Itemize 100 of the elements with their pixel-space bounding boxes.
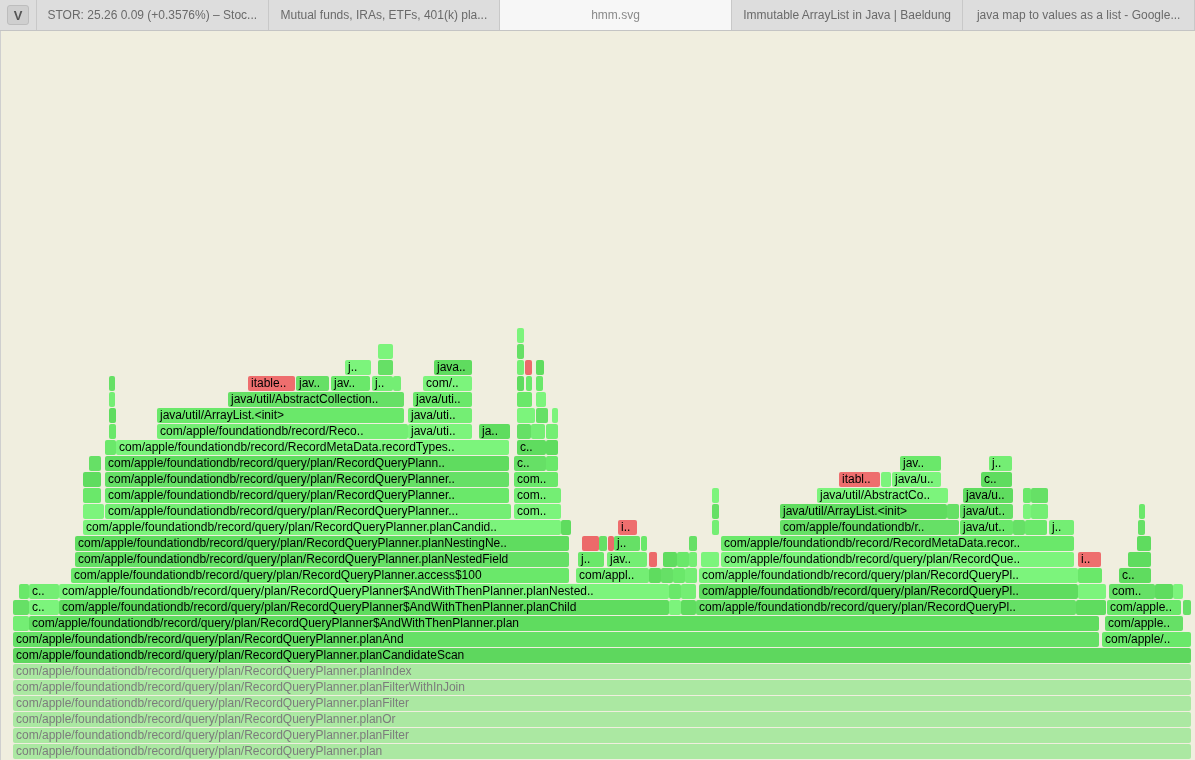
stack-frame[interactable]: com.. xyxy=(514,504,561,519)
stack-frame[interactable]: com/apple.. xyxy=(1107,600,1181,615)
stack-frame[interactable]: java/util/AbstractCo.. xyxy=(817,488,948,503)
stack-frame[interactable]: j.. xyxy=(345,360,371,375)
stack-frame[interactable]: c.. xyxy=(29,584,59,599)
stack-frame[interactable]: com/apple/foundationdb/record/query/plan/RecordQue.. xyxy=(721,552,1074,567)
stack-frame[interactable] xyxy=(1031,488,1048,503)
stack-frame[interactable]: j.. xyxy=(372,376,393,391)
stack-frame[interactable] xyxy=(105,440,116,455)
stack-frame[interactable]: jav.. xyxy=(607,552,647,567)
stack-frame[interactable] xyxy=(681,584,696,599)
stack-frame[interactable]: com.. xyxy=(514,488,561,503)
stack-frame[interactable]: c.. xyxy=(514,456,546,471)
stack-frame[interactable] xyxy=(1139,504,1145,519)
stack-frame[interactable]: i.. xyxy=(1078,552,1101,567)
stack-frame[interactable] xyxy=(663,552,677,567)
stack-frame[interactable] xyxy=(712,488,719,503)
stack-frame[interactable] xyxy=(1076,600,1106,615)
stack-frame[interactable]: jav.. xyxy=(900,456,941,471)
stack-frame[interactable] xyxy=(701,552,719,567)
stack-frame[interactable] xyxy=(536,360,544,375)
browser-tab[interactable]: STOR: 25.26 0.09 (+0.3576%) – Stoc... xyxy=(37,0,269,30)
stack-frame[interactable]: com/.. xyxy=(423,376,472,391)
stack-frame[interactable] xyxy=(641,536,647,551)
stack-frame[interactable] xyxy=(1023,488,1031,503)
stack-frame[interactable]: java/util/ArrayList.<init> xyxy=(780,504,947,519)
stack-frame[interactable]: com/apple/foundationdb/r.. xyxy=(780,520,959,535)
stack-frame[interactable]: c.. xyxy=(29,600,59,615)
stack-frame[interactable]: java/u.. xyxy=(963,488,1013,503)
stack-frame[interactable] xyxy=(531,424,545,439)
stack-frame[interactable]: com/apple/foundationdb/record/query/plan/RecordQueryPlanner.planCandid.. xyxy=(83,520,561,535)
stack-frame[interactable]: com/apple/foundationdb/record/query/plan/RecordQueryPlanner$AndWithThenPlanner.planChild xyxy=(59,600,669,615)
stack-frame[interactable]: com/apple/foundationdb/record/RecordMetaData.recor.. xyxy=(721,536,1074,551)
stack-frame[interactable] xyxy=(517,360,524,375)
stack-frame[interactable] xyxy=(526,376,532,391)
stack-frame[interactable] xyxy=(1155,584,1173,599)
stack-frame[interactable]: com/apple/foundationdb/record/query/plan/RecordQueryPlanner.planNestingNe.. xyxy=(75,536,569,551)
stack-frame[interactable]: com/apple.. xyxy=(1105,616,1183,631)
stack-frame[interactable]: com/apple/foundationdb/record/query/plan/RecordQueryPlanner$AndWithThenPlanner.plan xyxy=(29,616,1099,631)
stack-frame[interactable]: com/apple/.. xyxy=(1102,632,1191,647)
stack-frame[interactable] xyxy=(1023,504,1031,519)
stack-frame[interactable]: c.. xyxy=(517,440,546,455)
stack-frame[interactable]: java/util/AbstractCollection.. xyxy=(228,392,404,407)
browser-tab[interactable]: java map to values as a list - Google... xyxy=(963,0,1195,30)
stack-frame[interactable] xyxy=(517,408,535,423)
stack-frame[interactable] xyxy=(13,600,29,615)
stack-frame[interactable] xyxy=(89,456,101,471)
stack-frame[interactable] xyxy=(712,520,719,535)
stack-frame[interactable]: java/uti.. xyxy=(413,392,472,407)
stack-frame[interactable]: com/apple/foundationdb/record/query/plan/RecordQueryPl.. xyxy=(699,584,1078,599)
stack-frame[interactable] xyxy=(669,584,681,599)
stack-frame[interactable] xyxy=(1013,520,1025,535)
stack-frame[interactable]: java/ut.. xyxy=(960,520,1013,535)
stack-frame[interactable] xyxy=(83,472,101,487)
stack-frame[interactable] xyxy=(947,504,959,519)
stack-frame[interactable] xyxy=(517,392,532,407)
stack-frame[interactable] xyxy=(608,536,614,551)
stack-frame[interactable] xyxy=(393,376,401,391)
stack-frame[interactable] xyxy=(561,520,571,535)
stack-frame[interactable]: java/ut.. xyxy=(960,504,1013,519)
stack-frame[interactable] xyxy=(677,552,689,567)
stack-frame[interactable] xyxy=(1128,552,1151,567)
stack-frame[interactable]: com/apple/foundationdb/record/query/plan/RecordQueryPlanner$AndWithThenPlanner.planNested.. xyxy=(59,584,669,599)
stack-frame[interactable]: c.. xyxy=(981,472,1012,487)
stack-frame[interactable] xyxy=(582,536,599,551)
stack-frame[interactable]: j.. xyxy=(578,552,604,567)
stack-frame[interactable]: j.. xyxy=(989,456,1012,471)
stack-frame[interactable] xyxy=(546,424,558,439)
stack-frame[interactable]: jav.. xyxy=(296,376,329,391)
stack-frame[interactable]: com/apple/foundationdb/record/query/plan/RecordQueryPl.. xyxy=(696,600,1076,615)
stack-frame[interactable]: java.. xyxy=(434,360,472,375)
stack-frame[interactable]: j.. xyxy=(1049,520,1074,535)
stack-frame[interactable]: java/util/ArrayList.<init> xyxy=(157,408,404,423)
browser-tab[interactable]: Immutable ArrayList in Java | Baeldung xyxy=(731,0,964,30)
stack-frame[interactable]: com/apple/foundationdb/record/query/plan/RecordQueryPl.. xyxy=(699,568,1078,583)
stack-frame[interactable] xyxy=(599,536,607,551)
stack-frame[interactable] xyxy=(1138,520,1145,535)
stack-frame[interactable] xyxy=(1025,520,1047,535)
stack-frame[interactable] xyxy=(1183,600,1191,615)
stack-frame[interactable] xyxy=(649,568,661,583)
stack-frame[interactable] xyxy=(685,568,697,583)
stack-frame[interactable] xyxy=(1031,504,1048,519)
stack-frame[interactable]: java/uti.. xyxy=(408,424,472,439)
stack-frame[interactable] xyxy=(517,344,524,359)
stack-frame[interactable]: com.. xyxy=(514,472,558,487)
stack-frame[interactable] xyxy=(689,536,697,551)
stack-frame[interactable]: com/apple/foundationdb/record/query/plan/RecordQueryPlanner.. xyxy=(105,472,509,487)
stack-frame[interactable] xyxy=(552,408,558,423)
stack-frame[interactable]: com/apple/foundationdb/record/query/plan/RecordQueryPlanner.planCandidateScan xyxy=(13,648,1191,663)
stack-frame[interactable]: itabl.. xyxy=(839,472,880,487)
stack-frame[interactable]: com/apple/foundationdb/record/query/plan/RecordQueryPlann.. xyxy=(105,456,509,471)
stack-frame[interactable] xyxy=(673,568,685,583)
stack-frame[interactable]: java/uti.. xyxy=(408,408,472,423)
stack-frame[interactable] xyxy=(83,504,104,519)
stack-frame[interactable] xyxy=(669,600,681,615)
stack-frame[interactable]: j.. xyxy=(614,536,640,551)
stack-frame[interactable]: i.. xyxy=(618,520,637,535)
stack-frame[interactable] xyxy=(109,424,116,439)
stack-frame[interactable] xyxy=(525,360,532,375)
stack-frame[interactable]: com/appl.. xyxy=(576,568,649,583)
